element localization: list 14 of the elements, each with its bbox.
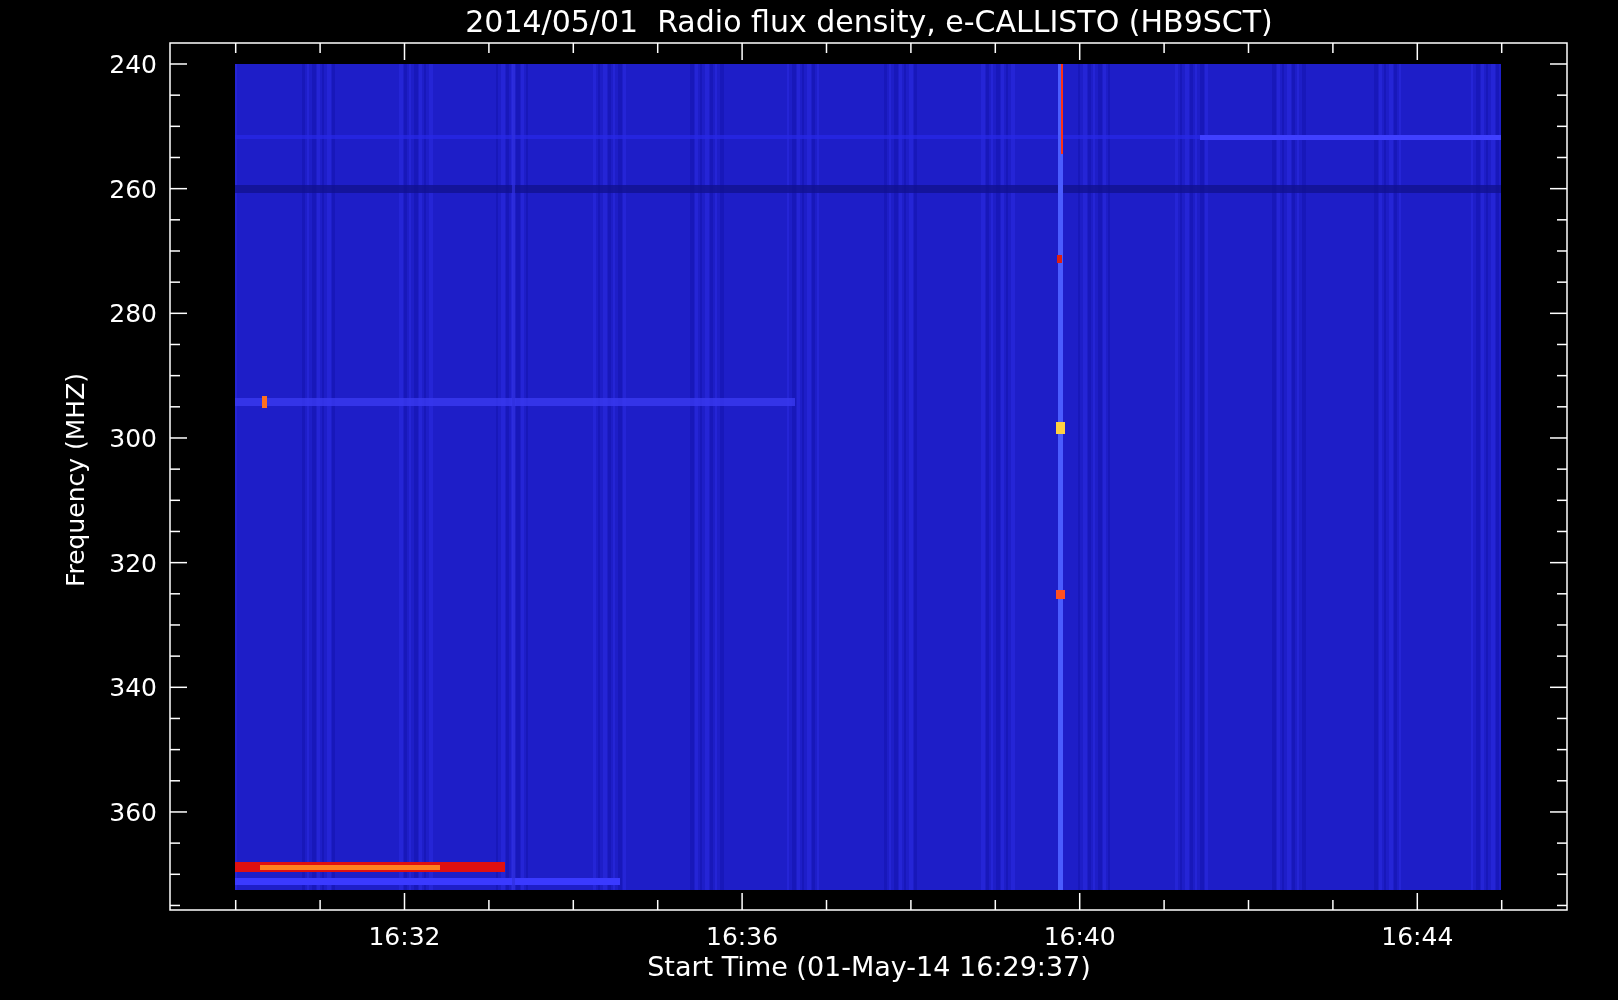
- y-tick-label: 300: [109, 424, 157, 453]
- x-tick-label: 16:36: [706, 922, 779, 951]
- y-tick-label: 320: [109, 548, 157, 578]
- y-tick-label: 280: [109, 299, 157, 329]
- y-tick-label: 260: [109, 174, 157, 204]
- y-axis-title: Frequency (MHZ): [61, 372, 90, 588]
- y-tick-label: 340: [109, 673, 157, 703]
- chart-title: 2014/05/01 Radio flux density, e-CALLISTO (HB9SCT): [465, 4, 1273, 39]
- x-tick-label: 16:40: [1043, 922, 1116, 951]
- x-tick-label: 16:44: [1381, 922, 1454, 951]
- x-tick-label: 16:32: [368, 922, 441, 951]
- y-tick-label: 360: [109, 797, 157, 827]
- x-axis-title: Start Time (01-May-14 16:29:37): [647, 951, 1091, 982]
- y-tick-label: 240: [109, 50, 157, 79]
